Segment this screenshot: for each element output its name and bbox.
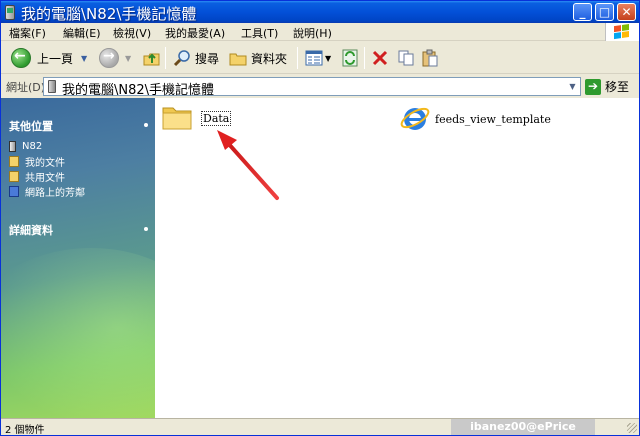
search-icon: [173, 49, 191, 67]
title-bar[interactable]: 我的電腦\N82\手機記憶體 _ □ ✕: [1, 1, 639, 23]
toolbar: 上一頁 ▼ ▼ 搜尋 資料夾: [1, 42, 639, 74]
delete-button[interactable]: [371, 46, 389, 70]
back-dropdown-icon[interactable]: ▼: [81, 54, 87, 63]
forward-arrow-icon: [99, 48, 119, 68]
sync-icon: [341, 49, 359, 67]
back-button[interactable]: 上一頁 ▼: [11, 46, 87, 70]
menu-edit[interactable]: 編輯(E): [63, 25, 101, 41]
phone-icon: [48, 80, 56, 93]
network-icon: [9, 185, 19, 197]
explorer-window: 我的電腦\N82\手機記憶體 _ □ ✕ 檔案(F) 編輯(E) 檢視(V) 我…: [0, 0, 640, 436]
menu-favorites[interactable]: 我的最愛(A): [165, 25, 225, 41]
status-bar: 2 個物件 ibanez00@ePrice: [1, 418, 639, 435]
internet-explorer-icon: [399, 102, 431, 137]
back-arrow-icon: [11, 48, 31, 68]
address-input[interactable]: 我的電腦\N82\手機記憶體 ▼: [43, 77, 581, 98]
place-label: 共用文件: [25, 172, 65, 184]
watermark: ibanez00@ePrice: [451, 419, 595, 435]
place-label: 網路上的芳鄰: [25, 187, 85, 199]
menu-bar: 檔案(F) 編輯(E) 檢視(V) 我的最愛(A) 工具(T) 說明(H): [1, 23, 639, 41]
phone-icon: [9, 140, 16, 152]
go-label: 移至: [605, 80, 630, 94]
delete-icon: [371, 49, 389, 67]
other-places-title[interactable]: 其他位置: [9, 118, 53, 134]
resize-grip-icon[interactable]: [627, 423, 637, 433]
menu-help[interactable]: 說明(H): [293, 25, 332, 41]
address-label: 網址(D): [6, 81, 46, 94]
search-button[interactable]: 搜尋: [173, 46, 219, 70]
back-label: 上一頁: [37, 51, 74, 66]
views-button[interactable]: ▼: [305, 46, 331, 70]
forward-dropdown-icon[interactable]: ▼: [125, 54, 131, 63]
place-label: N82: [22, 140, 43, 152]
paste-icon: [421, 49, 439, 67]
copy-button[interactable]: [397, 46, 415, 70]
my-documents-icon: [9, 155, 19, 167]
shared-folder-icon: [9, 170, 19, 182]
menu-view[interactable]: 檢視(V): [113, 25, 151, 41]
address-dropdown-icon[interactable]: ▼: [565, 78, 580, 95]
file-item-feeds-view-template[interactable]: feeds_view_template: [399, 102, 551, 137]
minimize-button[interactable]: _: [573, 3, 592, 21]
menu-tools[interactable]: 工具(T): [241, 25, 278, 41]
sync-button[interactable]: [341, 46, 359, 70]
place-n82[interactable]: N82: [9, 139, 42, 153]
folders-button[interactable]: 資料夾: [229, 46, 287, 70]
up-folder-button[interactable]: [143, 46, 161, 70]
window-title: 我的電腦\N82\手機記憶體: [21, 5, 197, 23]
copy-icon: [397, 49, 415, 67]
maximize-button[interactable]: □: [595, 3, 614, 21]
search-label: 搜尋: [195, 51, 220, 66]
place-shared-documents[interactable]: 共用文件: [9, 169, 65, 184]
close-button[interactable]: ✕: [617, 3, 636, 21]
go-button[interactable]: ➔ 移至: [585, 78, 629, 95]
address-bar: 網址(D) 我的電腦\N82\手機記憶體 ▼ ➔ 移至: [1, 75, 639, 98]
folders-icon: [229, 49, 247, 67]
place-network[interactable]: 網路上的芳鄰: [9, 184, 85, 199]
folders-label: 資料夾: [251, 51, 288, 66]
phone-icon: [5, 5, 15, 20]
views-icon: [305, 49, 323, 67]
go-arrow-icon: ➔: [585, 78, 601, 95]
forward-button[interactable]: ▼: [99, 46, 131, 70]
file-label: feeds_view_template: [435, 113, 551, 126]
task-pane: 其他位置 N82 我的文件 共用文件 網路上的芳鄰 詳細資料: [1, 98, 155, 418]
annotation-arrow: [217, 130, 279, 200]
folder-icon: [161, 102, 193, 135]
place-label: 我的文件: [25, 157, 65, 169]
up-folder-icon: [143, 49, 161, 67]
file-view: Data feeds_view_template: [155, 98, 639, 418]
views-dropdown-icon: ▼: [325, 53, 332, 63]
status-text: 2 個物件: [5, 425, 45, 436]
paste-button[interactable]: [421, 46, 439, 70]
collapse-other-places-icon[interactable]: [144, 123, 148, 127]
details-title[interactable]: 詳細資料: [9, 222, 53, 238]
collapse-details-icon[interactable]: [144, 227, 148, 231]
windows-logo-icon: [605, 23, 639, 41]
place-my-documents[interactable]: 我的文件: [9, 154, 65, 169]
address-value: 我的電腦\N82\手機記憶體: [62, 83, 215, 98]
menu-file[interactable]: 檔案(F): [9, 25, 46, 41]
